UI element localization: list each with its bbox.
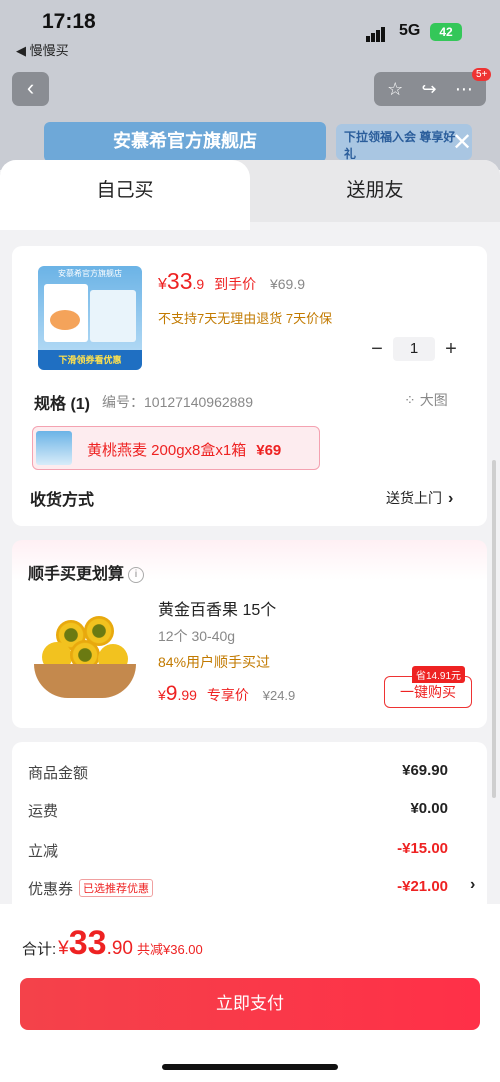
price-decimal: .9 (192, 276, 205, 292)
shipping-method-selector[interactable]: 送货上门 › (386, 488, 453, 508)
spec-title: 规格 (1) (34, 396, 91, 413)
price-summary-card: 商品金额 ¥69.90 运费 ¥0.00 立减 -¥15.00 优惠券 已选推荐优… (12, 742, 487, 922)
more-badge: 5+ (472, 68, 492, 81)
spec-thumbnail (36, 431, 72, 465)
addon-price: ¥9.99 专享价 ¥24.9 (158, 682, 296, 705)
tab-bar: 自己买 送朋友 (0, 160, 500, 230)
addon-title: 顺手买更划算 i (28, 560, 145, 584)
product-image-label: 安慕希官方旗舰店 (58, 269, 122, 278)
close-icon[interactable]: ✕ (452, 128, 472, 157)
addon-product-name: 黄金百香果 15个 (158, 602, 277, 619)
home-indicator[interactable] (162, 1064, 338, 1070)
nav-actions: ☆ ↪ ⋯ (374, 72, 486, 106)
order-total: 合计: ¥33.90 共减¥36.00 (22, 924, 203, 962)
price-integer: 33 (166, 268, 193, 294)
savings-badge: 省14.91元 (412, 666, 466, 683)
share-icon[interactable]: ↪ (422, 79, 437, 100)
chevron-right-icon: › (448, 490, 454, 507)
increase-button[interactable]: + (442, 338, 460, 361)
product-price: ¥33.9 到手价 ¥69.9 (158, 268, 306, 294)
quantity-stepper: − 1 + (368, 336, 460, 362)
spec-option-selected[interactable]: 黄桃燕麦 200gx8盒x1箱 ¥69 (32, 426, 320, 470)
spec-code: 编号：10127140962889 (102, 394, 254, 410)
price-suffix: 到手价 (214, 276, 257, 292)
star-icon[interactable]: ☆ (387, 79, 403, 100)
quantity-input[interactable]: 1 (393, 337, 435, 361)
pay-now-button[interactable]: 立即支付 (20, 978, 480, 1030)
addon-original-price: ¥24.9 (262, 688, 296, 703)
back-button[interactable]: ‹ (12, 72, 49, 106)
summary-row-discount: 立减 -¥15.00 (28, 840, 448, 860)
tab-buy-for-self[interactable]: 自己买 (0, 160, 250, 230)
status-time: 17:18 (42, 10, 96, 33)
coupon-tag: 已选推荐优惠 (79, 879, 154, 897)
network-label: 5G (399, 22, 421, 39)
return-policy: 不支持7天无理由退货 7天价保 (158, 311, 333, 326)
product-card: 安慕希官方旗舰店 下滑领券看优惠 ¥33.9 到手价 ¥69.9 不支持7天无理… (12, 246, 487, 526)
chevron-right-icon[interactable]: › (470, 876, 475, 894)
scrollbar[interactable] (492, 460, 496, 798)
info-icon[interactable]: i (128, 567, 145, 583)
shipping-label: 收货方式 (30, 492, 95, 509)
addon-product-spec: 12个 30-40g (158, 628, 236, 644)
background-page: 17:18 ◀ 慢慢买 5G 42 ‹ ☆ ↪ ⋯ 5+ 安慕希官方旗舰店 下拉… (0, 0, 500, 170)
grid-icon: ⁘ (404, 392, 416, 408)
spec-option-price: ¥69 (256, 442, 282, 459)
spec-option-label: 黄桃燕麦 200gx8盒x1箱 (87, 442, 247, 459)
product-image-bar: 下滑领券看优惠 (38, 350, 142, 370)
total-saved: 共减¥36.00 (137, 942, 203, 957)
summary-row-subtotal: 商品金额 ¥69.90 (28, 762, 448, 782)
big-image-button[interactable]: ⁘ 大图 (404, 390, 448, 410)
addon-product-image[interactable] (28, 594, 142, 710)
summary-row-shipping: 运费 ¥0.00 (28, 800, 448, 820)
total-label: 合计: (22, 941, 57, 958)
decrease-button[interactable]: − (368, 338, 386, 361)
product-image[interactable]: 安慕希官方旗舰店 下滑领券看优惠 (38, 266, 142, 370)
original-price: ¥69.9 (269, 276, 306, 292)
addon-purchase-stat: 84%用户顺手买过 (158, 654, 271, 670)
signal-icon (366, 24, 386, 42)
store-banner: 安慕希官方旗舰店 (44, 122, 326, 162)
battery-icon: 42 (430, 23, 462, 41)
tab-send-to-friend[interactable]: 送朋友 (250, 160, 500, 222)
total-integer: 33 (68, 924, 107, 962)
checkout-bar: 合计: ¥33.90 共减¥36.00 立即支付 (0, 904, 500, 1082)
back-to-app-link[interactable]: ◀ 慢慢买 (16, 40, 69, 59)
summary-row-coupon[interactable]: 优惠券 已选推荐优惠 -¥21.00 (28, 878, 448, 904)
more-icon[interactable]: ⋯ (455, 79, 473, 100)
addon-card: 顺手买更划算 i 黄金百香果 15个 12个 30-40g 84%用户顺手买过 ¥… (12, 540, 487, 728)
total-decimal: .90 (106, 938, 133, 959)
status-bar: 17:18 ◀ 慢慢买 5G 42 (0, 0, 500, 60)
